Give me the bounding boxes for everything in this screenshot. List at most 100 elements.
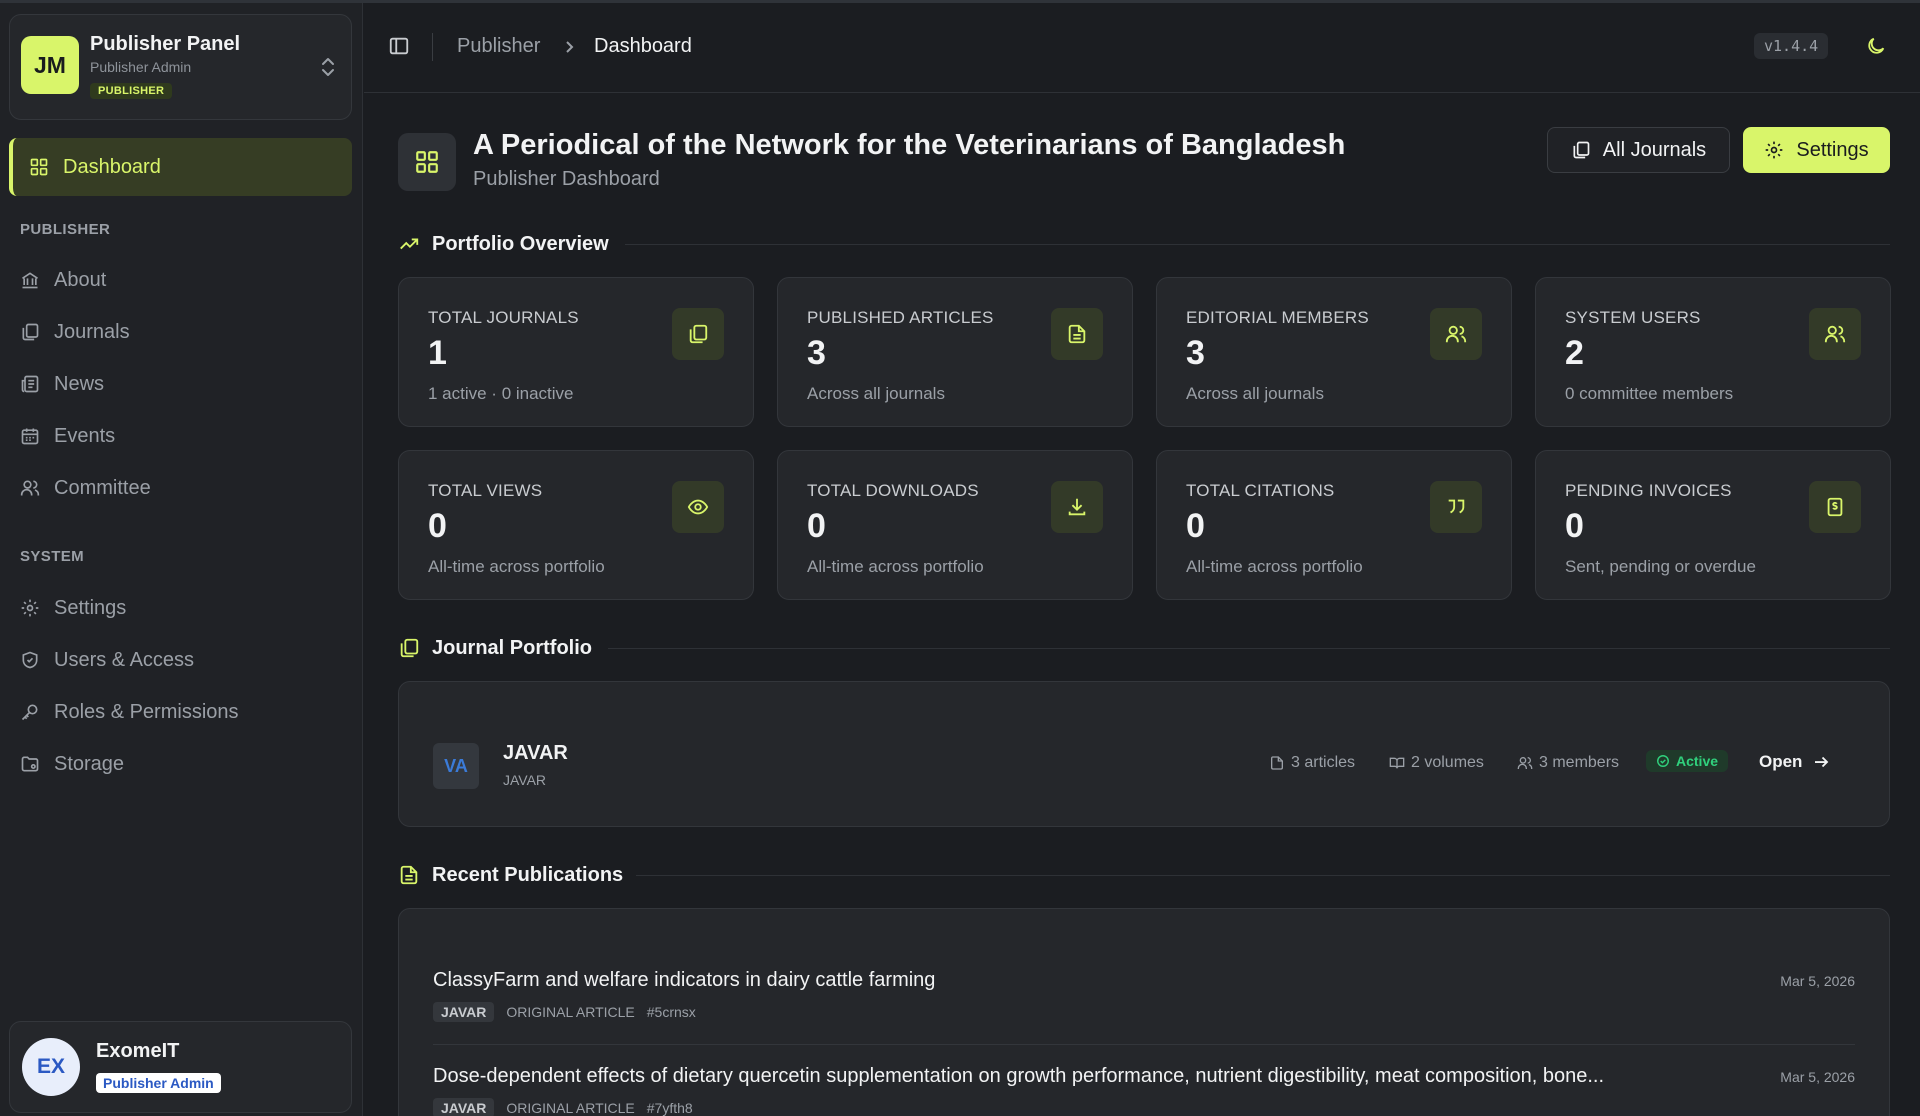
sidebar-item-users-access[interactable]: Users & Access bbox=[20, 645, 194, 675]
stat-icon-box bbox=[1051, 308, 1103, 360]
stat-icon-box bbox=[1051, 481, 1103, 533]
sidebar-item-news[interactable]: News bbox=[20, 369, 104, 399]
journal-volumes-count: 2 volumes bbox=[1389, 754, 1484, 772]
publication-title[interactable]: Dose-dependent effects of dietary querce… bbox=[433, 1065, 1733, 1088]
publication-journal-tag: JAVAR bbox=[433, 1098, 495, 1116]
meta-text: 3 articles bbox=[1291, 754, 1356, 771]
recent-publications-heading: Recent Publications bbox=[398, 862, 623, 888]
journals-icon bbox=[400, 638, 419, 658]
stat-subtext: All-time across portfolio bbox=[1186, 557, 1363, 576]
sidebar-item-label: Storage bbox=[54, 752, 125, 775]
publication-date: Mar 5, 2026 bbox=[1780, 1069, 1855, 1085]
panel-switcher[interactable]: JM Publisher Panel Publisher Admin PUBLI… bbox=[9, 14, 352, 120]
list-item[interactable]: ClassyFarm and welfare indicators in dai… bbox=[433, 969, 1855, 1022]
stat-label: PENDING INVOICES bbox=[1565, 481, 1732, 500]
avatar: EX bbox=[22, 1038, 80, 1096]
section-title: Portfolio Overview bbox=[432, 232, 609, 255]
breadcrumb-publisher[interactable]: Publisher bbox=[457, 35, 540, 58]
journal-portfolio-heading: Journal Portfolio bbox=[398, 635, 592, 661]
user-name: ExomeIT bbox=[96, 1040, 180, 1062]
divider bbox=[432, 33, 433, 61]
publication-tags: JAVAR ORIGINAL ARTICLE #7yfth8 bbox=[433, 1098, 1855, 1116]
stat-icon-box bbox=[1430, 308, 1482, 360]
sidebar-item-journals[interactable]: Journals bbox=[20, 317, 130, 347]
breadcrumb-dashboard: Dashboard bbox=[594, 35, 692, 57]
page-subtitle: Publisher Dashboard bbox=[473, 168, 660, 190]
journal-articles-count: 3 articles bbox=[1269, 754, 1355, 772]
open-journal-button[interactable]: Open bbox=[1759, 752, 1830, 772]
sidebar-section-system: SYSTEM bbox=[20, 548, 85, 565]
user-menu[interactable]: EX ExomeIT Publisher Admin bbox=[9, 1021, 352, 1113]
document-icon bbox=[1068, 324, 1086, 344]
stat-total-citations: TOTAL CITATIONS 0 All-time across portfo… bbox=[1156, 450, 1512, 600]
stat-value: 1 bbox=[428, 334, 447, 372]
chevron-right-icon bbox=[566, 41, 574, 53]
stat-editorial-members: EDITORIAL MEMBERS 3 Across all journals bbox=[1156, 277, 1512, 427]
stat-published-articles: PUBLISHED ARTICLES 3 Across all journals bbox=[777, 277, 1133, 427]
stat-icon-box bbox=[1809, 308, 1861, 360]
sidebar-item-settings[interactable]: Settings bbox=[20, 593, 126, 623]
all-journals-button[interactable]: All Journals bbox=[1547, 127, 1730, 173]
stat-label: EDITORIAL MEMBERS bbox=[1186, 308, 1369, 327]
journal-abbr: JAVAR bbox=[503, 772, 547, 788]
settings-button[interactable]: Settings bbox=[1743, 127, 1890, 173]
folder-icon bbox=[21, 756, 39, 772]
stat-label: TOTAL JOURNALS bbox=[428, 308, 579, 327]
divider bbox=[636, 875, 1890, 876]
dashboard-grid-icon bbox=[416, 151, 438, 173]
sidebar-item-label: Committee bbox=[54, 476, 151, 499]
sidebar-item-label: Journals bbox=[54, 320, 130, 343]
stat-pending-invoices: PENDING INVOICES 0 Sent, pending or over… bbox=[1535, 450, 1891, 600]
stat-label: PUBLISHED ARTICLES bbox=[807, 308, 994, 327]
sidebar-item-label: About bbox=[54, 268, 107, 291]
sidebar-item-roles-permissions[interactable]: Roles & Permissions bbox=[20, 697, 239, 727]
list-item[interactable]: Dose-dependent effects of dietary querce… bbox=[433, 1065, 1855, 1116]
stat-icon-box bbox=[672, 481, 724, 533]
section-title: Journal Portfolio bbox=[432, 636, 592, 659]
stat-value: 0 bbox=[807, 507, 826, 545]
status-badge: Active bbox=[1646, 750, 1729, 772]
trending-up-icon bbox=[400, 238, 419, 250]
section-title: Recent Publications bbox=[432, 863, 624, 886]
all-journals-label: All Journals bbox=[1602, 138, 1707, 161]
moon-icon[interactable] bbox=[1865, 35, 1887, 57]
sidebar-item-label: Dashboard bbox=[63, 155, 161, 178]
sidebar-item-label: Roles & Permissions bbox=[54, 700, 239, 723]
top-bar: Publisher Dashboard v1.4.4 bbox=[364, 3, 1920, 93]
calendar-icon bbox=[21, 428, 39, 445]
dashboard-grid-icon bbox=[30, 158, 48, 176]
publication-title[interactable]: ClassyFarm and welfare indicators in dai… bbox=[433, 969, 1733, 992]
key-icon bbox=[21, 704, 38, 721]
meta-text: 2 volumes bbox=[1411, 754, 1484, 771]
brand-subtitle: Publisher Admin bbox=[90, 59, 192, 75]
stat-value: 0 bbox=[1565, 507, 1584, 545]
sidebar-toggle-icon[interactable] bbox=[388, 35, 410, 57]
gear-icon bbox=[21, 599, 39, 617]
gear-icon bbox=[1766, 141, 1783, 159]
status-text: Active bbox=[1676, 753, 1719, 769]
stat-subtext: Sent, pending or overdue bbox=[1565, 557, 1756, 576]
sidebar-item-label: Users & Access bbox=[54, 648, 195, 671]
sidebar-item-committee[interactable]: Committee bbox=[20, 473, 151, 503]
document-icon bbox=[400, 865, 418, 885]
users-icon bbox=[20, 480, 40, 496]
newspaper-icon bbox=[21, 375, 39, 393]
stat-system-users: SYSTEM USERS 2 0 committee members bbox=[1535, 277, 1891, 427]
stat-label: SYSTEM USERS bbox=[1565, 308, 1701, 327]
stat-label: TOTAL VIEWS bbox=[428, 481, 543, 500]
sidebar-item-storage[interactable]: Storage bbox=[20, 749, 124, 779]
sidebar-item-dashboard[interactable]: Dashboard bbox=[9, 138, 352, 196]
publication-id: #5crnsx bbox=[646, 1004, 696, 1020]
journals-icon bbox=[22, 323, 39, 341]
page-icon bbox=[398, 133, 456, 191]
publication-date: Mar 5, 2026 bbox=[1780, 973, 1855, 989]
stat-subtext: 0 committee members bbox=[1565, 384, 1734, 403]
sidebar-item-events[interactable]: Events bbox=[20, 421, 115, 451]
journal-card[interactable]: VA JAVAR JAVAR 3 articles 2 volumes 3 me… bbox=[398, 681, 1890, 827]
brand-title: Publisher Panel bbox=[90, 33, 241, 55]
users-icon bbox=[1824, 325, 1846, 343]
page-title: A Periodical of the Network for the Vete… bbox=[473, 129, 1346, 161]
publication-type: ORIGINAL ARTICLE bbox=[506, 1100, 635, 1116]
sidebar-item-about[interactable]: About bbox=[20, 265, 106, 295]
download-icon bbox=[1068, 498, 1086, 516]
